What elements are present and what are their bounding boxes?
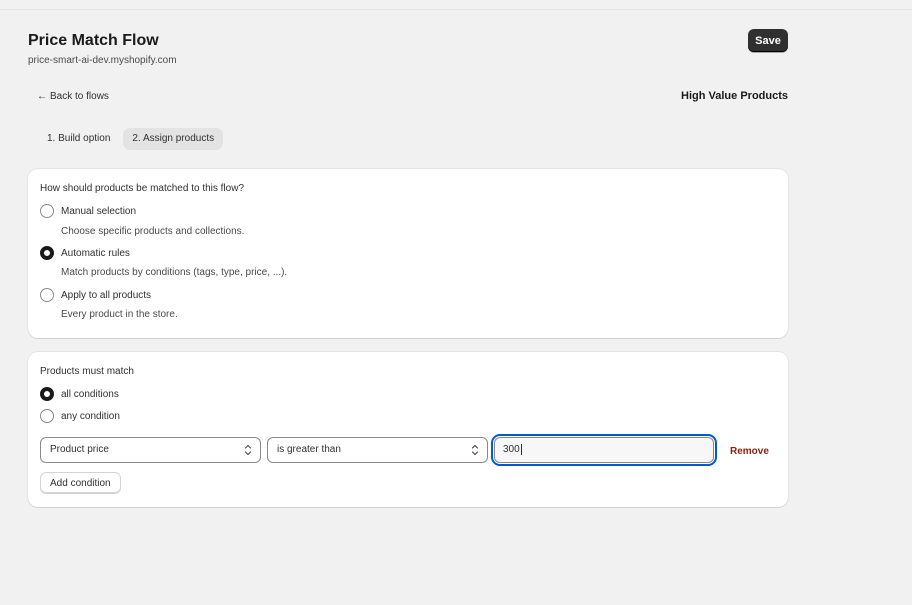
select-value: Product price bbox=[50, 444, 109, 455]
radio-label: all conditions bbox=[61, 388, 119, 400]
step-tabs: 1. Build option 2. Assign products bbox=[38, 128, 224, 150]
radio-manual-selection[interactable]: Manual selection bbox=[40, 204, 136, 218]
text-caret bbox=[520, 443, 522, 455]
radio-button[interactable] bbox=[40, 288, 54, 302]
flow-name: High Value Products bbox=[681, 90, 788, 102]
conditions-card: Products must match all conditions any c… bbox=[28, 352, 788, 507]
condition-value-input[interactable]: 300 bbox=[491, 434, 717, 466]
input-value: 300 bbox=[503, 444, 520, 455]
radio-button[interactable] bbox=[40, 204, 54, 218]
chevron-up-down-icon bbox=[244, 444, 252, 456]
arrow-left-icon: ← bbox=[37, 91, 47, 102]
shop-domain: price-smart-ai-dev.myshopify.com bbox=[28, 55, 177, 66]
top-divider bbox=[0, 9, 912, 10]
chevron-up-down-icon bbox=[471, 444, 479, 456]
radio-button[interactable] bbox=[40, 246, 54, 260]
radio-any-condition[interactable]: any condition bbox=[40, 409, 120, 423]
radio-button[interactable] bbox=[40, 409, 54, 423]
add-condition-button[interactable]: Add condition bbox=[40, 472, 121, 494]
condition-operator-select[interactable]: is greater than bbox=[267, 437, 488, 463]
radio-automatic-rules[interactable]: Automatic rules bbox=[40, 246, 130, 260]
radio-button[interactable] bbox=[40, 387, 54, 401]
tab-build-option[interactable]: 1. Build option bbox=[38, 128, 119, 150]
matching-question: How should products be matched to this f… bbox=[40, 183, 244, 194]
condition-field-select[interactable]: Product price bbox=[40, 437, 261, 463]
back-link-label: Back to flows bbox=[50, 91, 109, 102]
radio-help-text: Match products by conditions (tags, type… bbox=[61, 267, 288, 278]
radio-label: Manual selection bbox=[61, 205, 137, 217]
page-title: Price Match Flow bbox=[28, 32, 159, 49]
radio-label: Automatic rules bbox=[61, 247, 130, 259]
remove-condition-button[interactable]: Remove bbox=[730, 446, 769, 457]
radio-apply-all-products[interactable]: Apply to all products bbox=[40, 288, 151, 302]
radio-label: any condition bbox=[61, 410, 120, 422]
back-to-flows-link[interactable]: ← Back to flows bbox=[37, 91, 109, 102]
radio-help-text: Choose specific products and collections… bbox=[61, 226, 245, 237]
radio-label: Apply to all products bbox=[61, 289, 152, 301]
radio-all-conditions[interactable]: all conditions bbox=[40, 387, 119, 401]
radio-help-text: Every product in the store. bbox=[61, 309, 178, 320]
matching-method-card: How should products be matched to this f… bbox=[28, 169, 788, 338]
save-button[interactable]: Save bbox=[748, 29, 788, 52]
select-value: is greater than bbox=[277, 444, 341, 455]
conditions-heading: Products must match bbox=[40, 366, 134, 377]
tab-assign-products[interactable]: 2. Assign products bbox=[123, 128, 224, 150]
